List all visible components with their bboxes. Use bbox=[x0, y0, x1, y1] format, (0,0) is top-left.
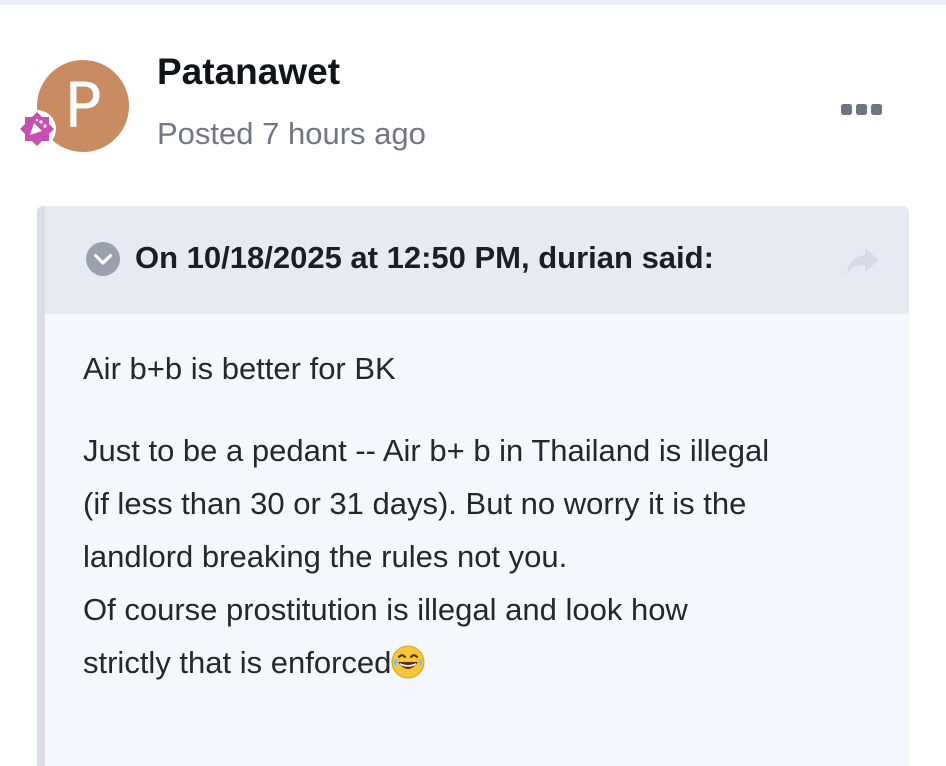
laughing-face-emoji bbox=[391, 645, 425, 679]
top-divider bbox=[0, 0, 946, 5]
quote-citation: On 10/18/2025 at 12:50 PM, durian said: bbox=[135, 240, 714, 275]
share-arrow-icon[interactable] bbox=[845, 246, 881, 276]
quote-line: (if less than 30 or 31 days). But no wor… bbox=[83, 486, 747, 521]
post-timestamp[interactable]: Posted 7 hours ago bbox=[157, 112, 426, 156]
quote-line-last: strictly that is enforced bbox=[83, 636, 769, 689]
ellipsis-icon[interactable] bbox=[836, 96, 888, 124]
quote-line: Of course prostitution is illegal and lo… bbox=[83, 592, 688, 627]
quote-header: On 10/18/2025 at 12:50 PM, durian said: bbox=[45, 206, 909, 314]
quote-line: strictly that is enforced bbox=[83, 645, 392, 680]
quote-first-line: Air b+b is better for BK bbox=[83, 351, 396, 386]
author-name[interactable]: Patanawet bbox=[157, 48, 340, 96]
chevron-down-icon[interactable] bbox=[85, 241, 121, 277]
quote-line: landlord breaking the rules not you. bbox=[83, 539, 568, 574]
rank-badge-icon bbox=[18, 110, 56, 148]
quote-block: On 10/18/2025 at 12:50 PM, durian said: … bbox=[37, 206, 909, 766]
quote-paragraph: Just to be a pedant -- Air b+ b in Thail… bbox=[83, 424, 769, 689]
quote-line: Just to be a pedant -- Air b+ b in Thail… bbox=[83, 433, 770, 468]
